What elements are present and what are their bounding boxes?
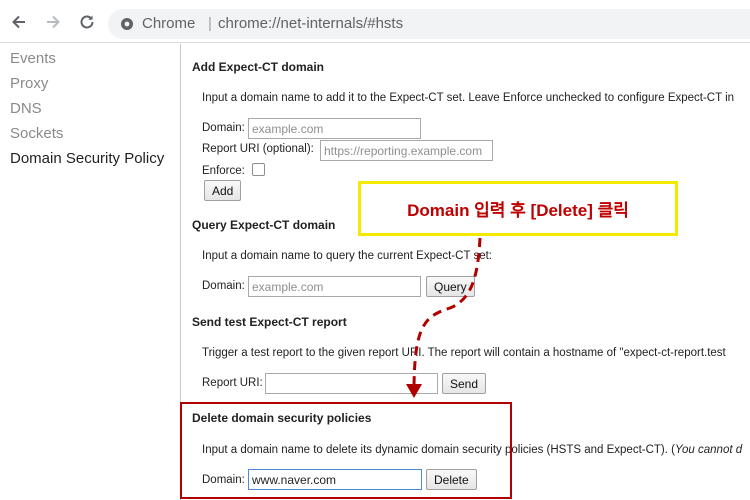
add-report-uri-input[interactable] <box>320 140 493 161</box>
instruction-callout: Domain 입력 후 [Delete] 클릭 <box>358 181 678 236</box>
query-expect-ct-description: Input a domain name to query the current… <box>202 250 492 262</box>
browser-toolbar: Chrome | chrome://net-internals/#hsts <box>0 0 750 43</box>
enforce-checkbox[interactable] <box>252 163 265 176</box>
instruction-callout-text: Domain 입력 후 [Delete] 클릭 <box>407 201 629 220</box>
arrow-left-icon <box>12 15 25 29</box>
add-button[interactable]: Add <box>204 180 242 201</box>
sidebar-item-events[interactable]: Events <box>10 50 56 67</box>
sidebar: Events Proxy DNS Sockets Domain Security… <box>0 44 181 500</box>
forward-button[interactable] <box>42 11 64 33</box>
delete-description-italic: You cannot d <box>674 444 743 456</box>
test-report-uri-input[interactable] <box>265 373 438 394</box>
address-bar[interactable]: Chrome | chrome://net-internals/#hsts <box>108 9 750 39</box>
chrome-page-icon <box>121 18 133 30</box>
report-uri-label: Report URI (optional): <box>202 143 314 155</box>
add-domain-input[interactable] <box>248 118 421 139</box>
sidebar-item-domain-security-policy[interactable]: Domain Security Policy <box>10 150 164 167</box>
query-button[interactable]: Query <box>426 276 475 297</box>
reload-icon <box>80 15 94 29</box>
reload-button[interactable] <box>76 11 98 33</box>
add-expect-ct-description: Input a domain name to add it to the Exp… <box>202 92 735 104</box>
url-text[interactable]: chrome://net-internals/#hsts <box>218 15 403 32</box>
site-chip: Chrome <box>142 15 196 32</box>
sidebar-item-dns[interactable]: DNS <box>10 100 42 117</box>
send-test-report-description: Trigger a test report to the given repor… <box>202 347 726 359</box>
back-button[interactable] <box>8 11 30 33</box>
delete-section-highlight-box <box>180 402 512 499</box>
query-expect-ct-heading: Query Expect-CT domain <box>192 218 336 232</box>
omnibox-separator: | <box>208 15 212 32</box>
add-expect-ct-heading: Add Expect-CT domain <box>192 60 325 74</box>
sidebar-item-sockets[interactable]: Sockets <box>10 125 63 142</box>
add-domain-label: Domain: <box>202 122 245 134</box>
send-test-report-heading: Send test Expect-CT report <box>192 315 347 329</box>
enforce-label: Enforce: <box>202 165 245 177</box>
send-button[interactable]: Send <box>442 373 487 394</box>
arrow-right-icon <box>47 15 60 29</box>
query-domain-label: Domain: <box>202 280 245 292</box>
report-uri-test-label: Report URI: <box>202 377 263 389</box>
sidebar-item-proxy[interactable]: Proxy <box>10 75 48 92</box>
query-domain-input[interactable] <box>248 276 421 297</box>
